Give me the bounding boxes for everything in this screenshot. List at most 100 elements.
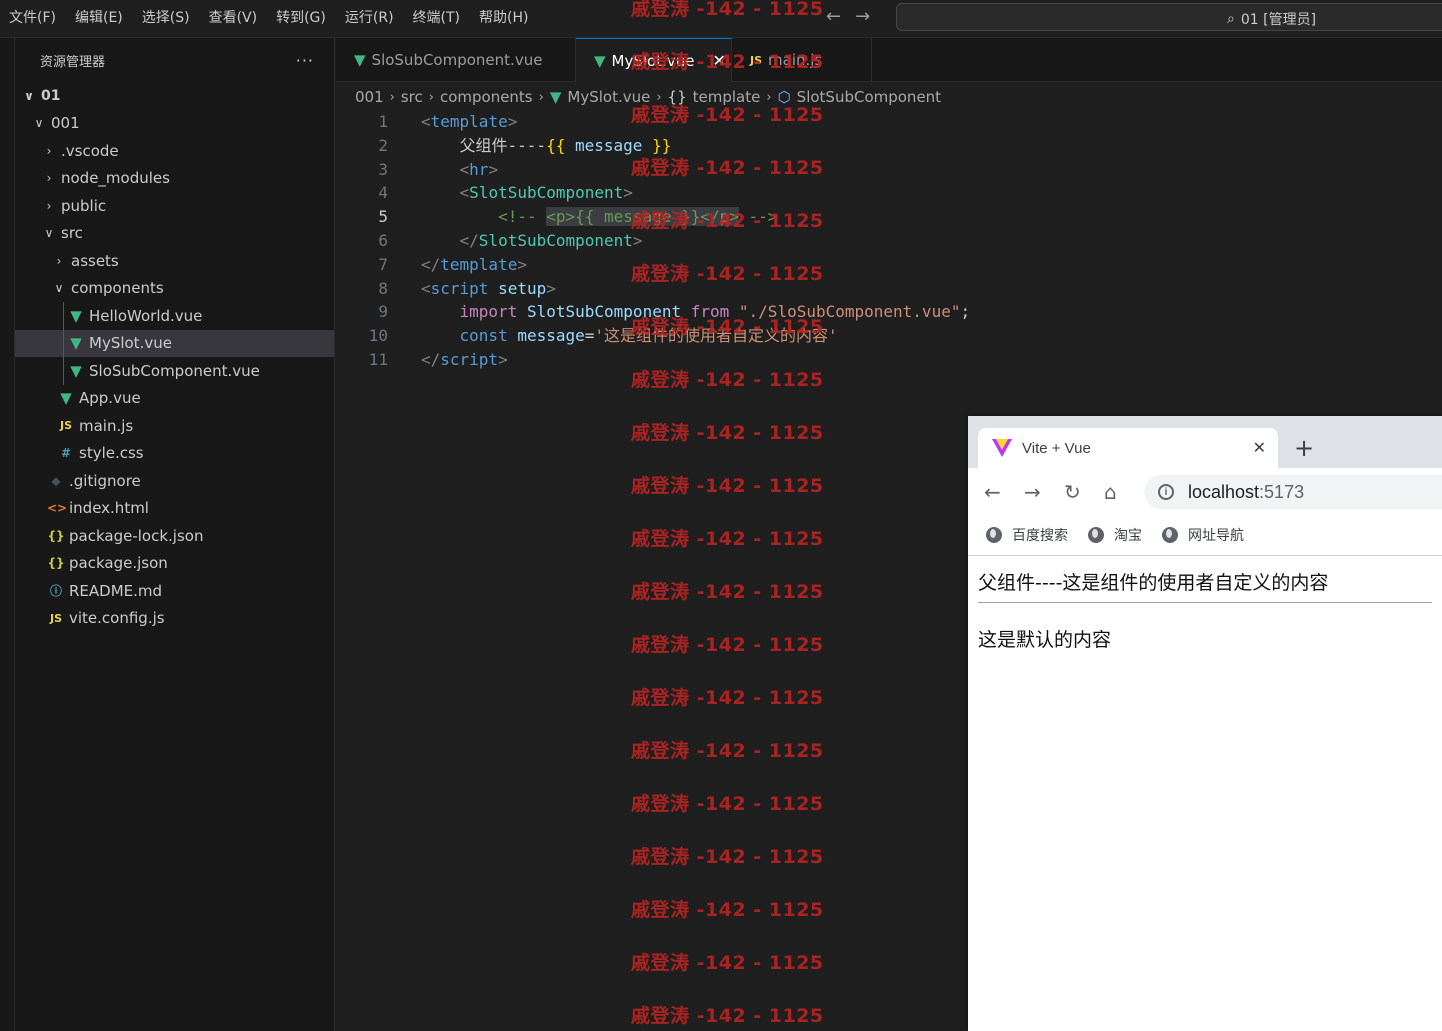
address-bar[interactable]: i localhost:5173	[1144, 475, 1442, 509]
json-file-icon: {}	[47, 528, 65, 543]
reload-icon[interactable]: ↻	[1064, 480, 1081, 504]
menu-item[interactable]: 帮助(H)	[470, 0, 538, 36]
tree-item[interactable]: › public	[15, 192, 334, 220]
back-arrow-icon[interactable]: ←	[826, 6, 841, 27]
tree-item[interactable]: {} package.json	[15, 550, 334, 578]
menu-item[interactable]: 选择(S)	[133, 0, 200, 36]
bookmark-item[interactable]: 淘宝	[1088, 525, 1142, 545]
breadcrumb-item[interactable]: 001	[355, 88, 384, 106]
globe-icon	[1162, 526, 1178, 543]
back-icon[interactable]: ←	[984, 480, 1001, 504]
command-center-label: 01 [管理员]	[1240, 12, 1317, 28]
forward-arrow-icon[interactable]: →	[855, 6, 870, 27]
line-number: 6	[378, 230, 388, 250]
tree-item-label: README.md	[69, 581, 163, 600]
tree-item[interactable]: › .vscode	[15, 137, 334, 165]
explorer-sidebar: 资源管理器 ··· ∨ 01 ∨ 001 › .vscode › node_modules › p…	[15, 38, 335, 1031]
watermark-text: 戚登涛 -142 - 1125	[631, 899, 824, 921]
menu-item[interactable]: 运行(R)	[336, 0, 404, 36]
chevron-right-icon: ›	[538, 89, 544, 105]
url-port: :5173	[1259, 481, 1305, 502]
menu-bar: 文件(F) 编辑(E) 选择(S) 查看(V) 转到(G) 运行(R) 终端(T) 帮助(H)	[0, 0, 538, 36]
watermark-text: 戚登涛 -142 - 1125	[631, 846, 824, 868]
close-tab-icon[interactable]: ✕	[1253, 438, 1266, 458]
activity-bar	[0, 38, 15, 1031]
explorer-header: 资源管理器 ···	[15, 38, 334, 82]
chevron-down-icon: ∨	[34, 116, 44, 131]
tree-item-label: style.css	[79, 444, 144, 463]
tree-item[interactable]: ▼ SloSubComponent.vue	[15, 357, 334, 385]
vue-file-icon: ▼	[70, 306, 82, 325]
tree-item[interactable]: ∨ components	[15, 275, 334, 303]
line-number: 1	[378, 112, 388, 131]
menu-item[interactable]: 文件(F)	[0, 0, 66, 36]
tree-item[interactable]: <> index.html	[15, 495, 334, 523]
watermark-text: 戚登涛 -142 - 1125	[631, 528, 824, 550]
bookmark-item[interactable]: 网址导航	[1162, 525, 1244, 545]
chevron-right-icon: ›	[46, 143, 52, 158]
line-number: 7	[378, 254, 388, 274]
bookmark-item[interactable]: 百度搜索	[986, 525, 1068, 545]
new-tab-icon[interactable]: +	[1294, 436, 1314, 460]
menu-item[interactable]: 转到(G)	[267, 0, 336, 36]
tree-item-label: src	[61, 224, 83, 243]
tree-item[interactable]: ▼ App.vue	[15, 385, 334, 413]
tree-item-label: package-lock.json	[69, 526, 204, 545]
info-file-icon: ⓘ	[49, 584, 62, 599]
tree-item[interactable]: JS vite.config.js	[15, 605, 334, 633]
tree-item-label: components	[71, 279, 164, 298]
menu-item[interactable]: 编辑(E)	[66, 0, 133, 36]
chevron-right-icon: ›	[428, 89, 434, 105]
breadcrumb-item[interactable]: components	[440, 88, 533, 106]
breadcrumb-item[interactable]: src	[401, 88, 423, 106]
tree-item[interactable]: ∨ src	[15, 220, 334, 248]
tree-item-label: 01	[41, 87, 61, 104]
tree-item-label: index.html	[69, 499, 149, 518]
bookmark-label: 网址导航	[1188, 526, 1244, 543]
vue-file-icon: ▼	[594, 51, 606, 70]
vue-file-icon: ▼	[354, 51, 366, 69]
tree-item-label: MySlot.vue	[89, 334, 172, 353]
watermark-text: 戚登涛 -142 - 1125	[631, 952, 824, 974]
watermark-text: 戚登涛 -142 - 1125	[631, 475, 824, 497]
tree-item[interactable]: ▼ HelloWorld.vue	[15, 302, 334, 330]
indent-guide	[63, 357, 64, 385]
tree-item[interactable]: ∨ 001	[15, 110, 334, 138]
watermark-text: 戚登涛 -142 - 1125	[631, 581, 824, 603]
home-icon[interactable]: ⌂	[1104, 480, 1117, 504]
tree-item-label: node_modules	[61, 169, 170, 188]
tree-item[interactable]: ∨ 01	[15, 82, 334, 110]
tree-item[interactable]: ▼ MySlot.vue	[15, 329, 334, 357]
tree-item[interactable]: {} package-lock.json	[15, 522, 334, 550]
menu-item[interactable]: 终端(T)	[404, 0, 470, 36]
tree-item[interactable]: JS main.js	[15, 412, 334, 440]
js-file-icon: JS	[49, 611, 62, 625]
vue-icon: ▼	[549, 88, 562, 106]
chevron-down-icon: ∨	[54, 281, 64, 296]
html-file-icon: <>	[47, 501, 68, 516]
tree-item[interactable]: ◆ .gitignore	[15, 467, 334, 495]
tree-item[interactable]: # style.css	[15, 440, 334, 468]
chevron-down-icon: ∨	[44, 226, 54, 241]
forward-icon[interactable]: →	[1024, 480, 1041, 504]
search-icon: ⌕	[1227, 11, 1235, 27]
more-actions-icon[interactable]: ···	[296, 51, 314, 70]
chevron-down-icon: ∨	[24, 88, 34, 103]
tab-label: SloSubComponent.vue	[371, 51, 543, 69]
editor-tab[interactable]: ▼ SloSubComponent.vue	[336, 38, 576, 82]
line-number: 11	[368, 349, 388, 369]
tree-item[interactable]: › assets	[15, 247, 334, 275]
tree-item[interactable]: › node_modules	[15, 165, 334, 193]
browser-tab[interactable]: Vite + Vue ✕	[978, 428, 1278, 468]
tree-item-label: main.js	[79, 416, 134, 435]
git-file-icon: ◆	[51, 473, 61, 488]
tree-item-label: .gitignore	[69, 471, 141, 490]
json-file-icon: {}	[47, 556, 65, 571]
vue-file-icon: ▼	[60, 389, 72, 408]
tree-item[interactable]: ⓘ README.md	[15, 577, 334, 605]
line-number: 8	[378, 278, 388, 298]
menu-item[interactable]: 查看(V)	[200, 0, 268, 36]
command-center[interactable]: ⌕ 01 [管理员]	[896, 3, 1442, 31]
site-info-icon[interactable]: i	[1158, 484, 1174, 500]
watermark-text: 戚登涛 -142 - 1125	[631, 157, 824, 179]
